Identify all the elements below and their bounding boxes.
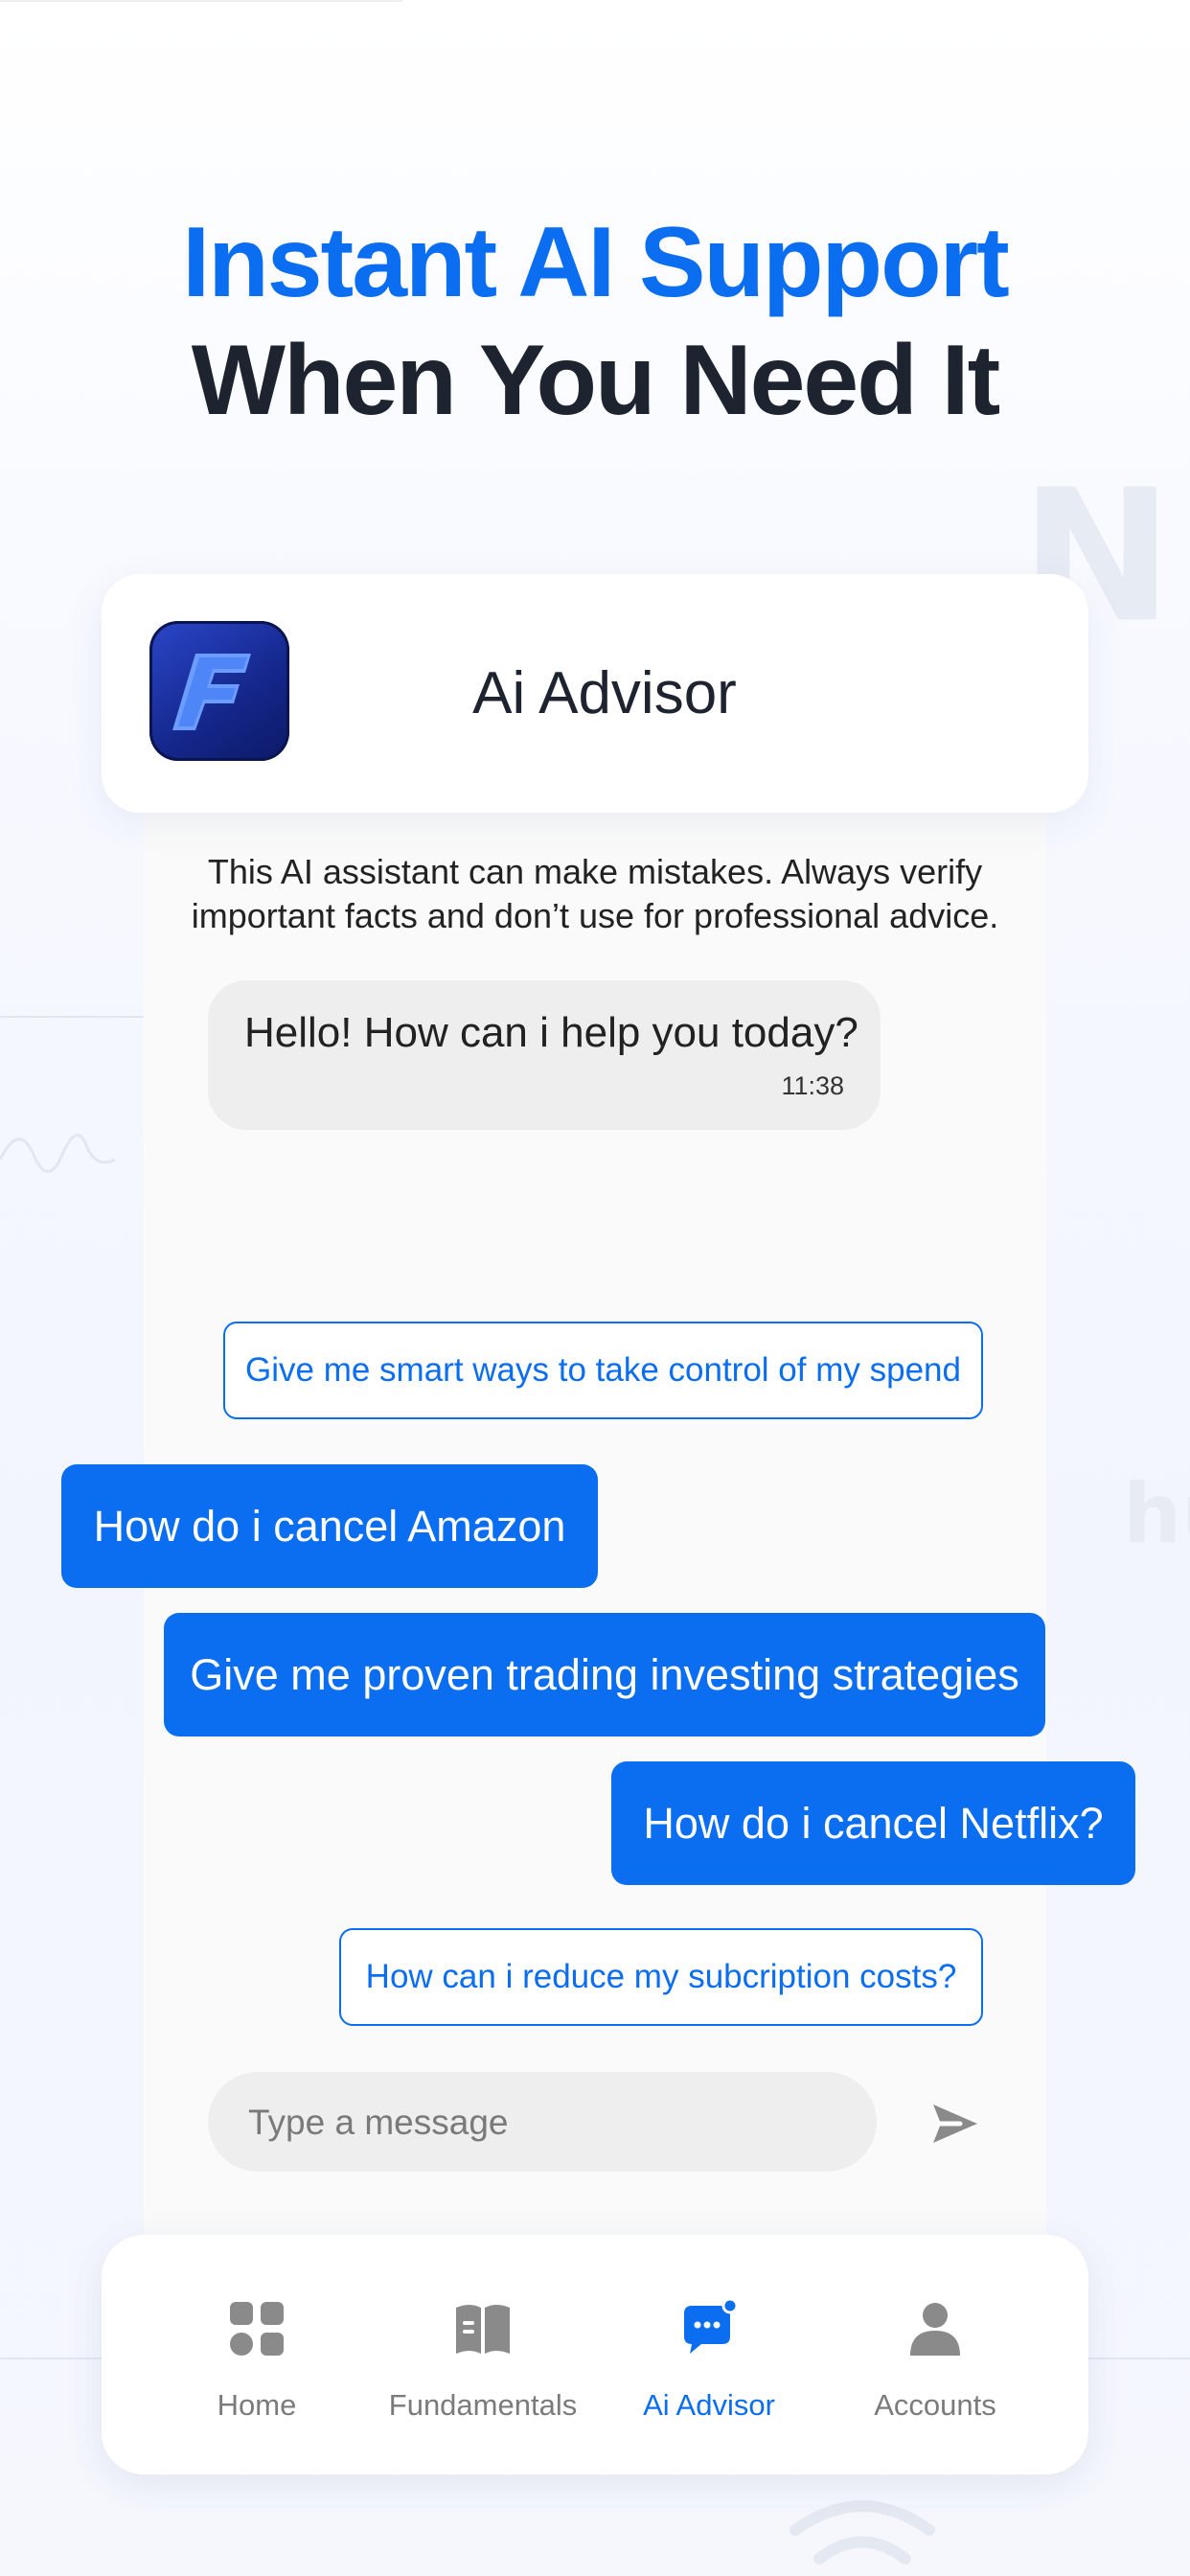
tab-home[interactable]: Home <box>147 2235 367 2474</box>
decorative-line <box>0 0 402 2</box>
tab-label: Ai Advisor <box>643 2388 775 2422</box>
message-input[interactable] <box>246 2072 844 2174</box>
book-icon <box>456 2305 510 2354</box>
suggestion-chip[interactable]: How do i cancel Amazon <box>61 1464 598 1588</box>
decorative-line <box>0 1016 144 1018</box>
tab-label: Home <box>217 2388 297 2422</box>
assistant-message-text: Hello! How can i help you today? <box>244 1009 858 1056</box>
chat-icon <box>684 2300 738 2354</box>
suggestion-chip[interactable]: Give me proven trading investing strateg… <box>164 1613 1045 1736</box>
f-logo-icon <box>149 621 289 761</box>
tab-label: Accounts <box>874 2388 996 2422</box>
chat-header: Ai Advisor <box>102 574 1088 813</box>
grid-icon <box>230 2302 284 2356</box>
tab-ai-advisor[interactable]: Ai Advisor <box>599 2235 819 2474</box>
send-button[interactable] <box>927 2097 981 2150</box>
headline-main: When You Need It <box>191 325 1000 436</box>
suggestion-chip[interactable]: Give me smart ways to take control of my… <box>223 1322 983 1419</box>
assistant-message-bubble: Hello! How can i help you today? 11:38 <box>208 980 881 1130</box>
tab-fundamentals[interactable]: Fundamentals <box>373 2235 593 2474</box>
headline-accent: Instant AI Support <box>182 207 1009 318</box>
suggestion-chip[interactable]: How do i cancel Netflix? <box>611 1761 1135 1885</box>
decorative-script-icon <box>0 1134 116 1173</box>
message-timestamp: 11:38 <box>781 1071 844 1100</box>
ai-disclaimer: This AI assistant can make mistakes. Alw… <box>191 852 999 935</box>
send-icon <box>933 2104 977 2143</box>
decorative-text: hu <box>1123 1466 1190 1562</box>
decorative-wifi-icon <box>790 2500 935 2564</box>
bottom-tab-bar: Home Fundamentals Ai Advisor Accounts <box>102 2235 1088 2474</box>
person-icon <box>910 2303 960 2356</box>
message-composer <box>208 2072 877 2174</box>
tab-accounts[interactable]: Accounts <box>825 2235 1045 2474</box>
tab-label: Fundamentals <box>388 2388 578 2422</box>
suggestion-chip[interactable]: How can i reduce my subcription costs? <box>339 1928 983 2026</box>
